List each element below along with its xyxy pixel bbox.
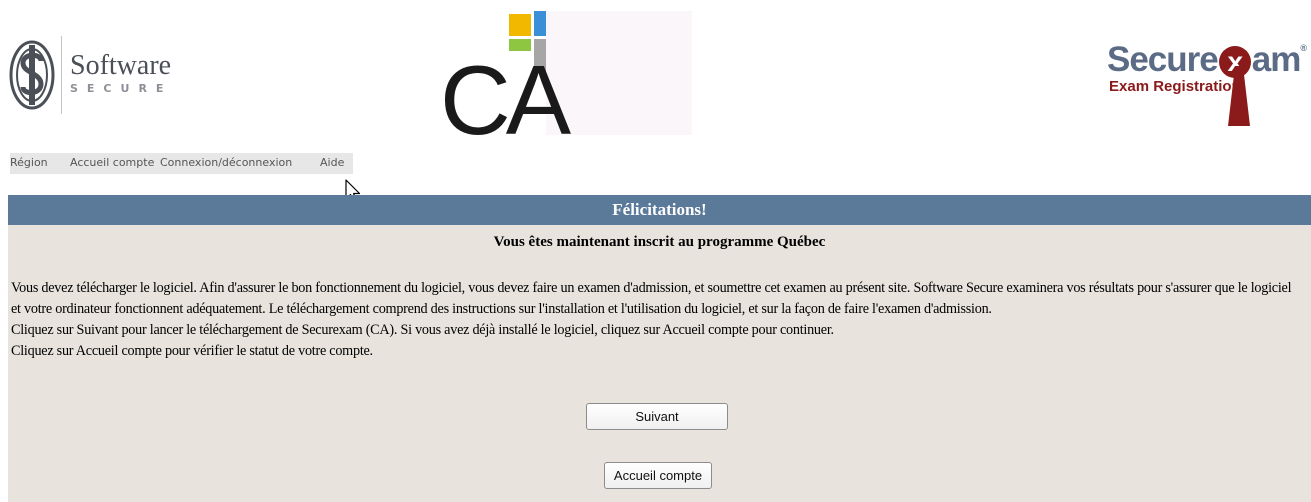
top-nav: Région Accueil compte Connexion/déconnex… xyxy=(10,153,353,174)
ca-yellow-square xyxy=(509,14,531,36)
next-button[interactable]: Suivant xyxy=(586,403,728,430)
exam-registration-label: Exam Registration xyxy=(1109,78,1241,95)
main-content: Vous êtes maintenant inscrit au programm… xyxy=(8,225,1311,502)
registered-mark: ® xyxy=(1300,43,1307,53)
logo-divider xyxy=(61,36,62,114)
account-home-button[interactable]: Accueil compte xyxy=(604,462,712,489)
ca-logo: CA xyxy=(440,11,692,149)
instructions-paragraph: Vous devez télécharger le logiciel. Afin… xyxy=(11,280,1292,317)
securexam-wordmark: Secure x am® xyxy=(1107,28,1307,80)
instructions-paragraph: Cliquez sur Accueil compte pour vérifier… xyxy=(11,343,373,359)
keyhole-icon xyxy=(1228,66,1250,126)
ca-wordmark: CA xyxy=(440,45,571,155)
instructions-paragraph: Cliquez sur Suivant pour lancer le téléc… xyxy=(11,322,834,338)
nav-account-home[interactable]: Accueil compte xyxy=(70,156,154,169)
page-title: Félicitations! xyxy=(8,195,1311,225)
nav-region[interactable]: Région xyxy=(10,156,48,169)
securexam-word-start: Secure xyxy=(1107,40,1219,79)
page-subtitle: Vous êtes maintenant inscrit au programm… xyxy=(493,234,826,250)
securexam-logo: Secure x am® Exam Registration xyxy=(1107,28,1307,126)
software-secure-s-icon xyxy=(9,40,55,110)
software-secure-logo: Software SECURE xyxy=(9,36,172,114)
header: Software SECURE CA Secure x am® Exam Regis… xyxy=(0,0,1311,149)
ca-logo-background xyxy=(546,11,692,135)
instructions-text: Vous devez télécharger le logiciel. Afin… xyxy=(11,278,1301,362)
nav-help[interactable]: Aide xyxy=(320,156,344,169)
ca-blue-square xyxy=(534,11,546,36)
nav-login-logout[interactable]: Connexion/déconnexion xyxy=(160,156,292,169)
software-secure-wordmark: Software xyxy=(70,49,172,81)
securexam-word-end: am xyxy=(1251,40,1302,79)
software-secure-subword: SECURE xyxy=(70,81,173,95)
